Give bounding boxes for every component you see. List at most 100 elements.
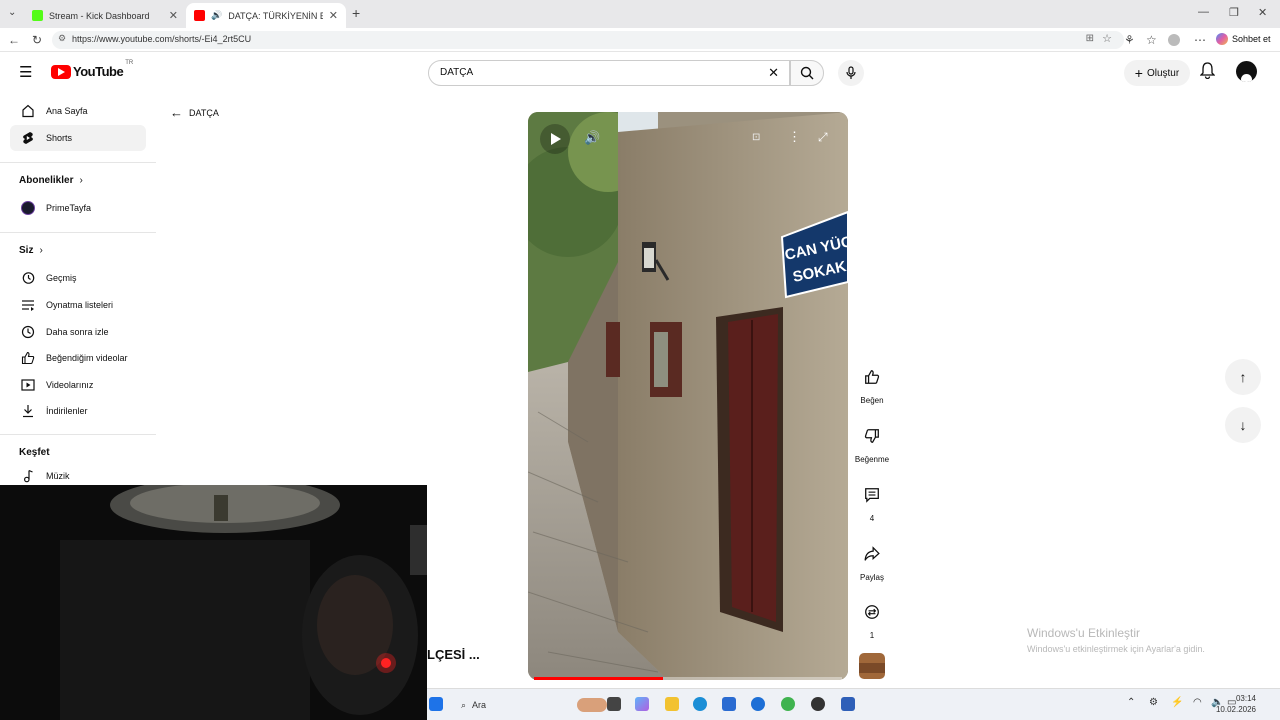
dislike-button[interactable]: Beğenme	[852, 417, 892, 464]
start-button-icon[interactable]	[429, 697, 443, 711]
taskbar-clock[interactable]: 03:14 10.02.2026	[1216, 693, 1256, 715]
sidebar-item-downloads[interactable]: İndirilenler	[10, 398, 146, 424]
calculator-icon[interactable]	[841, 697, 855, 711]
clock-time: 03:14	[1235, 694, 1256, 703]
like-button[interactable]: Beğen	[852, 358, 892, 405]
sound-thumbnail[interactable]	[859, 653, 885, 679]
create-button[interactable]: + Oluştur	[1124, 60, 1190, 86]
sidebar-divider	[0, 434, 156, 435]
comments-button[interactable]: 4	[852, 476, 892, 523]
shorts-video-player[interactable]: CAN YÜCEL SOKAK 🔊 ⊡ ⋮ ⤢	[528, 112, 848, 680]
close-window-icon[interactable]: ✕	[1258, 6, 1267, 19]
more-menu-icon[interactable]: ⋯	[1194, 33, 1206, 47]
tray-network-icon[interactable]: ⚡	[1171, 697, 1183, 708]
chevron-right-icon: ›	[79, 175, 83, 186]
clear-search-icon[interactable]: ✕	[768, 65, 779, 81]
youtube-logo[interactable]: YouTube TR	[51, 60, 133, 79]
account-avatar[interactable]	[1236, 61, 1257, 82]
play-icon	[551, 133, 561, 145]
copilot-taskbar-icon[interactable]	[635, 697, 649, 711]
channel-avatar	[10, 201, 46, 215]
app-icon[interactable]	[751, 697, 765, 711]
you-heading[interactable]: Siz ›	[19, 245, 43, 256]
video-progress-bar[interactable]	[534, 677, 842, 680]
tab-youtube-datca[interactable]: 🔊 DATÇA: TÜRKİYENİN EN GÜZE ✕	[186, 3, 346, 28]
hamburger-menu-icon[interactable]: ☰	[19, 63, 32, 81]
sidebar-item-label: Geçmiş	[46, 273, 77, 283]
store-icon[interactable]	[722, 697, 736, 711]
site-info-icon[interactable]: ⚙	[58, 33, 66, 44]
close-tab-icon[interactable]: ✕	[169, 9, 178, 22]
account-person-icon	[1241, 74, 1252, 82]
sidebar-item-primetayfa[interactable]: PrimeTayfa	[10, 195, 146, 221]
url-field[interactable]: ⚙ https://www.youtube.com/shorts/-Ei4_2r…	[52, 31, 1124, 49]
obs-icon[interactable]	[811, 697, 825, 711]
sidebar-item-shorts[interactable]: Shorts	[10, 125, 146, 151]
voice-search-button[interactable]	[838, 60, 864, 86]
copilot-chat-button[interactable]: Sohbet et	[1216, 33, 1271, 45]
sidebar-item-label: Müzik	[46, 471, 70, 481]
notifications-bell-icon[interactable]	[1199, 62, 1216, 84]
minimize-icon[interactable]: —	[1198, 6, 1209, 18]
sidebar-item-your-videos[interactable]: Videolarınız	[10, 372, 146, 398]
file-explorer-icon[interactable]	[665, 697, 679, 711]
back-icon[interactable]: ←	[8, 33, 20, 47]
tray-app-icon[interactable]: ⚙	[1149, 697, 1158, 708]
arrow-left-icon: ←	[170, 105, 183, 120]
close-tab-icon[interactable]: ✕	[329, 9, 338, 22]
sidebar-item-home[interactable]: Ana Sayfa	[10, 98, 146, 124]
task-view-icon[interactable]	[607, 697, 621, 711]
app-install-icon[interactable]: ⊞	[1086, 33, 1094, 44]
kick-favicon-icon	[32, 10, 43, 21]
subscriptions-title: Abonelikler	[19, 175, 74, 186]
browser-tab-strip: ⌄ Stream - Kick Dashboard ✕ 🔊 DATÇA: TÜR…	[0, 0, 1280, 28]
reload-icon[interactable]: ↻	[32, 33, 42, 47]
more-options-icon[interactable]: ⋮	[788, 129, 801, 145]
sidebar-item-label: İndirilenler	[46, 406, 88, 416]
chat-app-icon[interactable]	[781, 697, 795, 711]
restore-icon[interactable]: ❐	[1229, 6, 1239, 19]
taskbar-search[interactable]: ⌕ Ara	[451, 695, 607, 715]
edge-browser-icon[interactable]	[693, 697, 707, 711]
extensions-icon[interactable]: ⚘	[1124, 33, 1135, 47]
remix-icon	[853, 593, 891, 631]
search-input[interactable]: DATÇA ✕	[428, 60, 790, 86]
profile-avatar-icon[interactable]	[1168, 34, 1180, 46]
wifi-icon[interactable]: ◠	[1193, 697, 1202, 708]
sidebar-item-liked-videos[interactable]: Beğendiğim videolar	[10, 345, 146, 371]
sidebar-item-label: PrimeTayfa	[46, 203, 92, 213]
sidebar-item-watch-later[interactable]: Daha sonra izle	[10, 319, 146, 345]
favorites-icon[interactable]: ☆	[1146, 33, 1157, 47]
previous-short-button[interactable]: ↑	[1225, 359, 1261, 395]
captions-icon[interactable]: ⊡	[752, 132, 760, 143]
youtube-play-logo-icon	[51, 64, 71, 79]
sidebar-item-playlists[interactable]: Oynatma listeleri	[10, 292, 146, 318]
subscriptions-heading[interactable]: Abonelikler ›	[19, 175, 83, 186]
back-label: DATÇA	[189, 107, 219, 118]
tab-title: DATÇA: TÜRKİYENİN EN GÜZE	[228, 10, 323, 21]
next-short-button[interactable]: ↓	[1225, 407, 1261, 443]
bookmark-star-icon[interactable]: ☆	[1102, 32, 1112, 45]
sidebar-item-history[interactable]: Geçmiş	[10, 265, 146, 291]
back-to-search-link[interactable]: ← DATÇA	[170, 105, 219, 120]
tab-kick-dashboard[interactable]: Stream - Kick Dashboard ✕	[24, 3, 186, 28]
clock-date: 10.02.2026	[1215, 705, 1256, 714]
video-frame: CAN YÜCEL SOKAK	[528, 112, 848, 680]
new-tab-icon[interactable]: +	[352, 5, 360, 21]
fullscreen-icon[interactable]: ⤢	[818, 130, 828, 145]
home-icon	[10, 104, 46, 118]
remix-count: 1	[869, 631, 875, 640]
share-button[interactable]: Paylaş	[852, 535, 892, 582]
play-button[interactable]	[540, 124, 570, 154]
watermark-title: Windows'u Etkinleştir	[1027, 626, 1140, 640]
tab-list-icon[interactable]: ⌄	[8, 7, 16, 18]
tray-overflow-icon[interactable]: ⌃	[1127, 697, 1135, 708]
volume-icon[interactable]: 🔊	[584, 130, 600, 146]
remix-button[interactable]: 1	[852, 593, 892, 640]
search-button[interactable]	[790, 60, 824, 86]
watermark-subtitle: Windows'u etkinleştirmek için Ayarlar'a …	[1027, 644, 1205, 654]
plus-icon: +	[1134, 65, 1143, 81]
copilot-label: Sohbet et	[1232, 34, 1271, 44]
watch-later-icon	[10, 325, 46, 339]
audio-playing-icon[interactable]: 🔊	[211, 10, 222, 21]
